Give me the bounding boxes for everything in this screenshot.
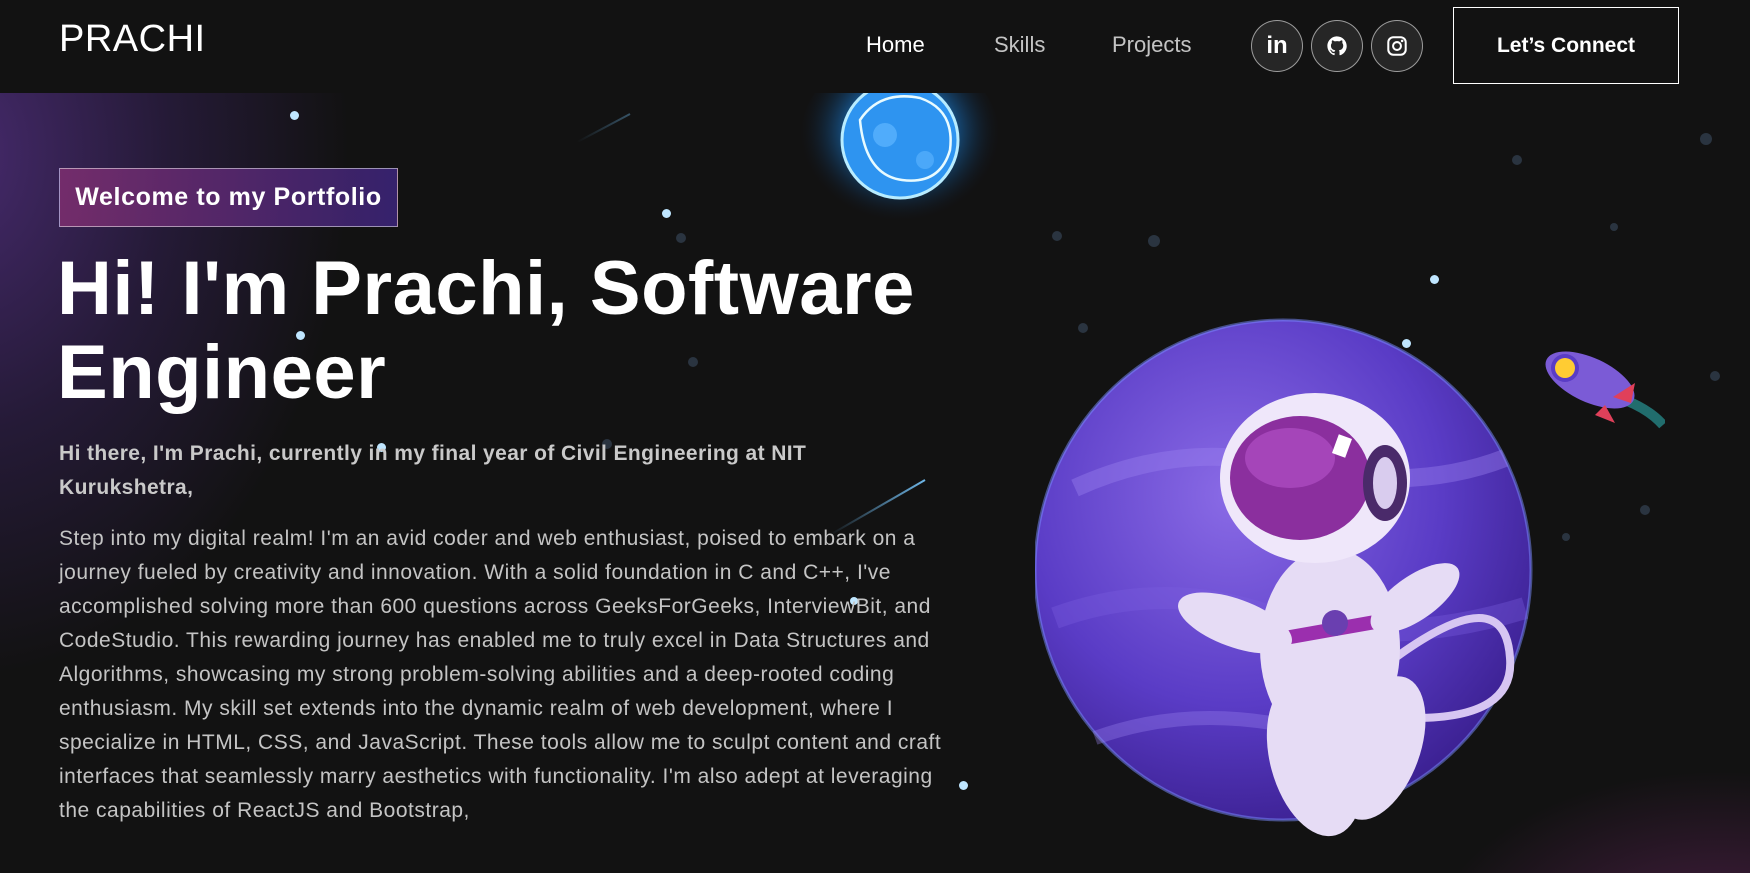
linkedin-icon: in: [1266, 32, 1288, 59]
nav-link-projects[interactable]: Projects: [1112, 32, 1191, 58]
nav-link-skills[interactable]: Skills: [994, 32, 1045, 58]
star: [1710, 371, 1720, 381]
instagram-icon: [1387, 36, 1407, 56]
navbar: PRACHI Home Skills Projects in Let’s Con…: [0, 0, 1750, 93]
headline-line-2: Engineer: [57, 330, 387, 415]
star: [1148, 235, 1160, 247]
star: [1512, 155, 1522, 165]
glowing-moon-illustration: [800, 80, 1000, 230]
headline-line-1: Hi! I'm Prachi, Software: [57, 246, 915, 331]
site-logo[interactable]: PRACHI: [59, 18, 206, 61]
star: [1640, 505, 1650, 515]
lets-connect-button[interactable]: Let’s Connect: [1453, 7, 1679, 84]
star: [1700, 133, 1712, 145]
star: [676, 233, 686, 243]
intro-text: Hi there, I'm Prachi, currently in my fi…: [59, 442, 807, 499]
star: [1052, 231, 1062, 241]
astronaut-planet-illustration: [1035, 318, 1533, 837]
star: [1562, 533, 1570, 541]
nav-link-home[interactable]: Home: [866, 32, 925, 58]
instagram-button[interactable]: [1371, 20, 1423, 72]
github-button[interactable]: [1311, 20, 1363, 72]
about-paragraph: Step into my digital realm! I'm an avid …: [59, 527, 942, 822]
page: PRACHI Home Skills Projects in Let’s Con…: [0, 0, 1750, 873]
linkedin-button[interactable]: in: [1251, 20, 1303, 72]
hero-headline: Hi! I'm Prachi, Software Engineer: [57, 247, 1017, 415]
comet: [576, 113, 631, 144]
star: [1610, 223, 1618, 231]
star: [1430, 275, 1439, 284]
star: [959, 781, 968, 790]
star: [662, 209, 671, 218]
welcome-tagline: Welcome to my Portfolio: [59, 168, 398, 227]
github-icon: [1327, 36, 1347, 56]
rocket-illustration: [1545, 351, 1665, 429]
star: [290, 111, 299, 120]
